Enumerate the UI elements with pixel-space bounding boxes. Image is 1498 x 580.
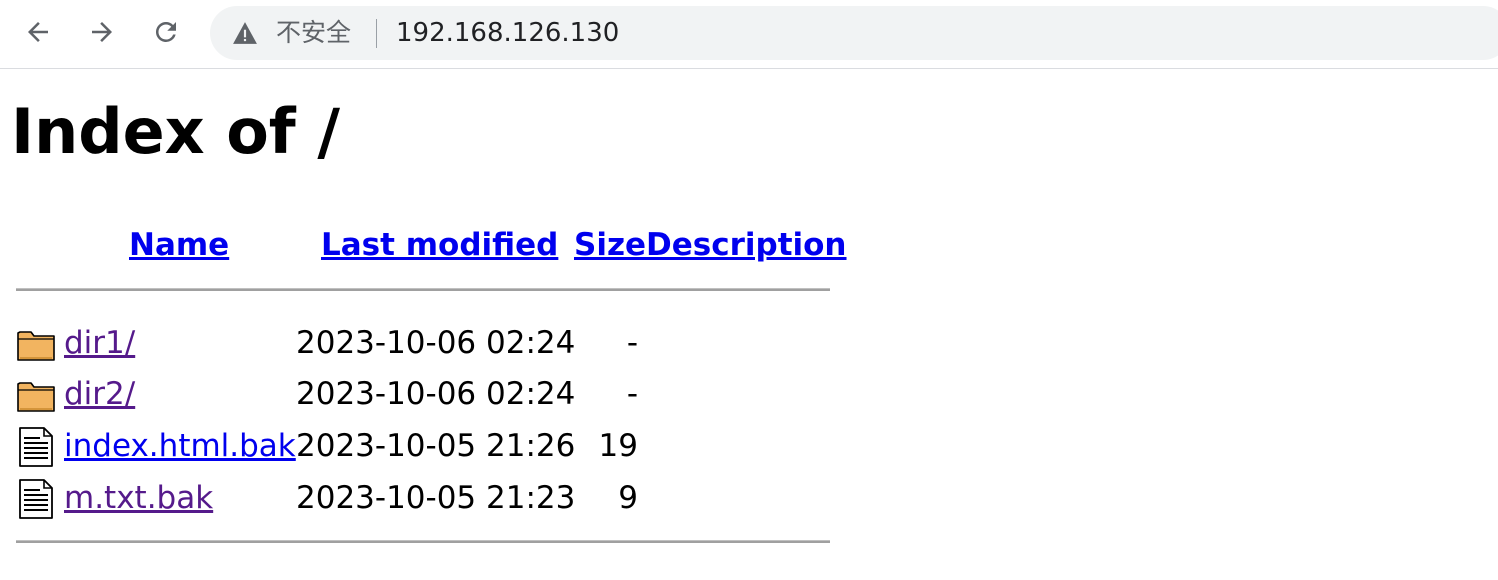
table-row: dir2/2023-10-06 02:24 - [0, 371, 840, 421]
address-bar-divider [376, 19, 377, 48]
folder-icon [16, 375, 56, 415]
reload-icon[interactable] [146, 12, 186, 52]
last-modified-value: 2023-10-05 21:23 [296, 480, 576, 516]
text-file-icon [16, 479, 56, 519]
last-modified-value: 2023-10-06 02:24 [296, 376, 576, 412]
last-modified-value: 2023-10-05 21:26 [296, 428, 576, 464]
security-status-label[interactable]: 不安全 [276, 18, 351, 48]
folder-icon [16, 324, 56, 364]
file-link[interactable]: m.txt.bak [64, 478, 213, 518]
warning-triangle-icon[interactable] [232, 21, 258, 45]
header-divider [16, 288, 830, 291]
file-link[interactable]: index.html.bak [64, 426, 296, 466]
table-row: dir1/2023-10-06 02:24 - [0, 320, 840, 370]
column-header-last-modified[interactable]: Last modified [321, 226, 558, 264]
column-header-size[interactable]: Size [574, 226, 646, 264]
size-value: - [626, 376, 638, 412]
column-header-description[interactable]: Description [646, 226, 847, 264]
file-link[interactable]: dir2/ [64, 374, 135, 414]
back-arrow-icon[interactable] [18, 12, 58, 52]
file-link[interactable]: dir1/ [64, 323, 135, 363]
last-modified-value: 2023-10-06 02:24 [296, 325, 576, 361]
column-header-name[interactable]: Name [129, 226, 229, 264]
size-value: 9 [618, 480, 638, 516]
url-text[interactable]: 192.168.126.130 [396, 18, 619, 48]
browser-toolbar: 不安全 192.168.126.130 [0, 0, 1498, 69]
address-bar[interactable]: 不安全 192.168.126.130 [210, 6, 1498, 60]
forward-arrow-icon[interactable] [82, 12, 122, 52]
text-file-icon [16, 427, 56, 467]
footer-divider [16, 540, 830, 543]
size-value: 19 [598, 428, 638, 464]
table-row: index.html.bak 2023-10-05 21:26 19 [0, 423, 840, 473]
table-row: m.txt.bak 2023-10-05 21:23 9 [0, 475, 840, 525]
page-title: Index of / [11, 95, 341, 168]
size-value: - [626, 325, 638, 361]
